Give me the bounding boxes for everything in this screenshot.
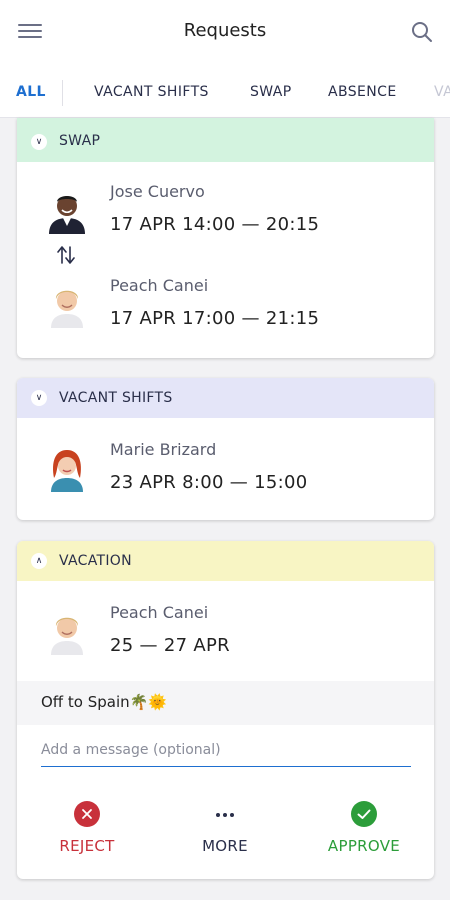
swap-request-card[interactable]: ∨ SWAP Jose Cuervo 17 APR 14:00 — 20:15 … (17, 118, 434, 358)
chevron-down-icon[interactable]: ∨ (31, 134, 47, 150)
approve-check-icon (351, 801, 377, 827)
avatar (43, 607, 91, 655)
swap-arrows-icon (57, 246, 75, 264)
message-input[interactable] (41, 737, 411, 767)
approve-label: APPROVE (327, 837, 401, 855)
search-icon[interactable] (410, 20, 434, 44)
chevron-down-icon[interactable]: ∨ (31, 390, 47, 406)
person-name: Peach Canei (110, 603, 209, 622)
reject-label: REJECT (59, 837, 115, 855)
reject-x-icon (74, 801, 100, 827)
swap-card-header[interactable]: ∨ SWAP (17, 118, 434, 162)
card-type-label: VACATION (59, 553, 132, 569)
tab-vacation[interactable]: VA (434, 84, 450, 100)
vacant-shift-request-card[interactable]: ∨ VACANT SHIFTS Marie Brizard 23 APR 8:0… (17, 378, 434, 520)
swap-person-to: Peach Canei 17 APR 17:00 — 21:15 (17, 276, 434, 336)
more-button[interactable]: MORE (165, 801, 285, 865)
vacant-card-header[interactable]: ∨ VACANT SHIFTS (17, 378, 434, 418)
card-type-label: SWAP (59, 133, 101, 149)
avatar (43, 444, 91, 492)
shift-time: 17 APR 14:00 — 20:15 (110, 214, 320, 235)
tab-swap[interactable]: SWAP (250, 84, 292, 100)
avatar (43, 186, 91, 234)
chevron-up-icon[interactable]: ∧ (31, 553, 47, 569)
tab-all[interactable]: ALL (16, 84, 46, 100)
vacation-request-card[interactable]: ∧ VACATION Peach Canei 25 — 27 APR Off t… (17, 541, 434, 879)
more-label: MORE (202, 837, 248, 855)
more-dots-icon (212, 801, 238, 827)
vacant-person: Marie Brizard 23 APR 8:00 — 15:00 (17, 440, 434, 500)
tab-vacant-shifts[interactable]: VACANT SHIFTS (94, 84, 209, 100)
vacation-card-header[interactable]: ∧ VACATION (17, 541, 434, 581)
vacation-dates: 25 — 27 APR (110, 635, 230, 656)
avatar (43, 280, 91, 328)
filter-tabs: ALL VACANT SHIFTS SWAP ABSENCE VA (0, 66, 450, 118)
person-name: Jose Cuervo (110, 182, 205, 201)
vacation-person: Peach Canei 25 — 27 APR (17, 603, 434, 663)
shift-time: 17 APR 17:00 — 21:15 (110, 308, 320, 329)
request-note-text: Off to Spain🌴🌞 (41, 693, 167, 711)
reject-button[interactable]: REJECT (27, 801, 147, 865)
person-name: Peach Canei (110, 276, 209, 295)
card-type-label: VACANT SHIFTS (59, 390, 173, 406)
approve-button[interactable]: APPROVE (304, 801, 424, 865)
page-title: Requests (183, 20, 267, 41)
swap-person-from: Jose Cuervo 17 APR 14:00 — 20:15 (17, 182, 434, 242)
person-name: Marie Brizard (110, 440, 217, 459)
tab-absence[interactable]: ABSENCE (328, 84, 397, 100)
tab-divider (62, 80, 63, 106)
top-app-bar: Requests (0, 0, 450, 66)
shift-time: 23 APR 8:00 — 15:00 (110, 472, 308, 493)
request-note: Off to Spain🌴🌞 (17, 681, 434, 725)
